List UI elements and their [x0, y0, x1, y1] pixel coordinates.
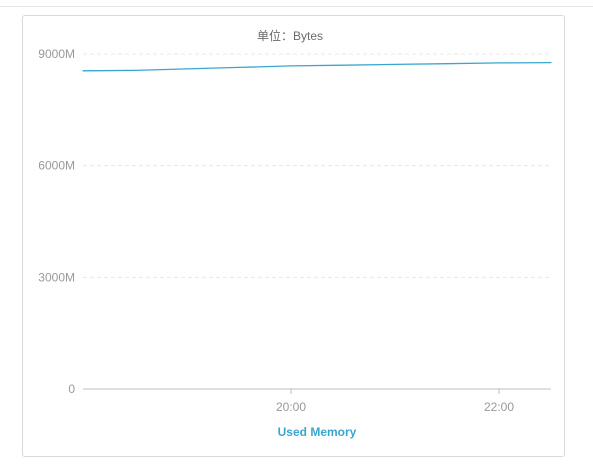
memory-chart-card: 单位：Bytes 0 3000M 6000M 9000M 20:00 22:00 Use…	[22, 15, 565, 457]
data-point	[290, 65, 292, 67]
y-tick-label: 9000M	[38, 47, 75, 61]
memory-chart: 单位：Bytes 0 3000M 6000M 9000M 20:00 22:00 Use…	[38, 28, 552, 439]
x-tick-labels: 20:00 22:00	[276, 400, 514, 414]
unit-label: 单位：Bytes	[257, 28, 323, 43]
data-point	[82, 70, 84, 72]
y-tick-label: 0	[68, 382, 75, 396]
data-point	[134, 69, 136, 71]
series-layer	[82, 61, 552, 72]
data-point	[186, 68, 188, 70]
x-tick-label: 20:00	[276, 400, 306, 414]
data-point	[238, 66, 240, 68]
top-divider	[0, 6, 593, 7]
y-tick-label: 6000M	[38, 159, 75, 173]
grid-layer	[83, 53, 551, 394]
data-point	[446, 63, 448, 65]
legend[interactable]: Used Memory	[278, 425, 357, 439]
data-point	[394, 63, 396, 66]
data-point	[342, 64, 344, 66]
legend-item-used-memory[interactable]: Used Memory	[278, 425, 357, 439]
series-line-used-memory	[82, 61, 552, 72]
y-tick-labels: 0 3000M 6000M 9000M	[38, 47, 75, 396]
y-tick-label: 3000M	[38, 270, 75, 284]
data-point	[550, 61, 552, 64]
data-point	[498, 62, 500, 64]
x-tick-label: 22:00	[484, 400, 514, 414]
